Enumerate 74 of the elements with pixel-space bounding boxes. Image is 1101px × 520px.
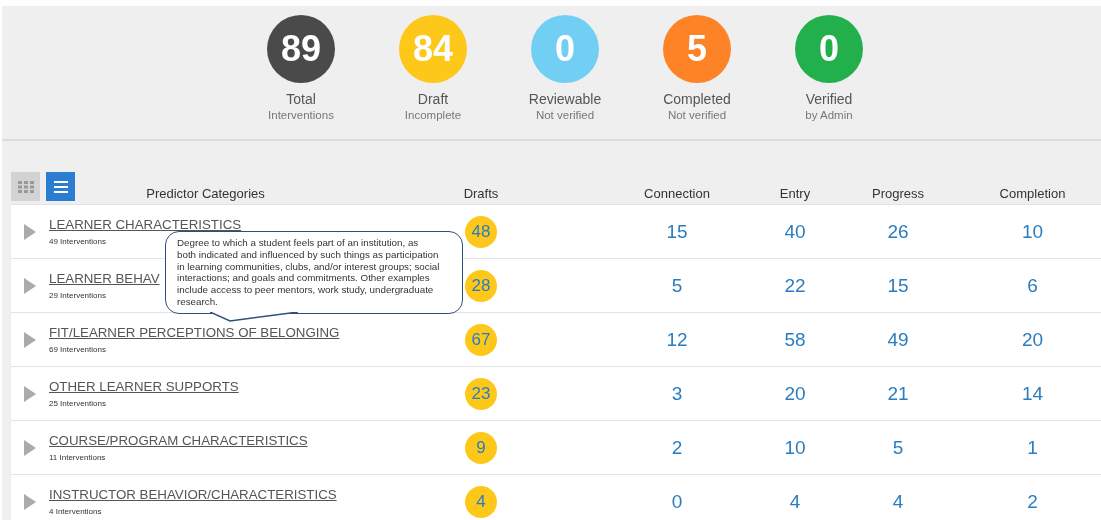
drafts-count-badge: 28 [465,269,497,302]
category-link[interactable]: INSTRUCTOR BEHAVIOR/CHARACTERISTICS [49,487,337,502]
table-cell: 49 [887,328,909,351]
grid-view-button[interactable] [11,172,40,201]
menu-icon [53,180,68,193]
status-sublabel: Not verified [535,109,595,121]
table-cell: 15 [887,274,909,297]
status-sublabel: Interventions [268,109,334,121]
status-label: Total [286,91,316,107]
table-cell: 58 [784,328,806,351]
expand-icon[interactable] [24,439,36,456]
expand-icon[interactable] [24,277,36,294]
category-link[interactable]: LEARNER CHARACTERISTICS [49,217,242,232]
expand-icon[interactable] [24,331,36,348]
table-cell: 10 [784,436,806,459]
table-cell: 26 [887,220,909,243]
table-cell: 40 [784,220,806,243]
status-count-circle: 5 [663,15,731,83]
status-label: Completed [663,91,731,107]
status-count-circle: 0 [795,15,863,83]
expand-icon[interactable] [24,493,36,510]
grid-icon [17,180,34,193]
category-link[interactable]: FIT/LEARNER PERCEPTIONS OF BELONGING [49,325,340,340]
column-header: Predictor Categories [145,186,266,201]
table-cell: 4 [789,490,801,513]
table-cell: 5 [671,274,683,297]
table-cell: 20 [1021,328,1044,351]
tooltip: Degree to which a student feels part of an institution, as both indicated and influenced by such things as participation in learning communities, clubs, and/or interest groups; social interactions; and goals and commitments. Other examples include access to peer mentors, work study, undergraduate research. [165,231,463,322]
category-link[interactable]: LEARNER BEHAV [49,271,160,286]
intervention-count: 29 Interventions [49,291,106,300]
status-label: Reviewable [528,91,602,107]
drafts-count-badge: 4 [465,485,497,518]
category-link[interactable]: OTHER LEARNER SUPPORTS [49,379,239,394]
column-header: Completion [999,186,1066,201]
table-cell: 6 [1027,274,1038,297]
status-count-circle: 84 [399,15,467,83]
status-count-circle: 0 [531,15,599,83]
table-cell: 2 [671,436,683,459]
drafts-count-badge: 67 [465,323,497,356]
drafts-count-badge: 48 [465,215,497,248]
table-cell: 21 [887,382,909,405]
intervention-count: 49 Interventions [49,237,106,246]
intervention-count: 11 Interventions [49,453,106,462]
drafts-count-badge: 23 [465,377,497,410]
status-label: Verified [805,91,853,107]
status-label: Draft [417,91,449,107]
column-header: Connection [644,186,710,201]
status-sublabel: Not verified [667,109,727,121]
status-sublabel: Incomplete [404,109,462,121]
table-cell: 12 [666,328,688,351]
drafts-count-badge: 9 [465,431,497,464]
column-header: Drafts [463,186,499,201]
status-count-circle: 89 [267,15,335,83]
status-sublabel: by Admin [805,109,853,121]
table-cell: 15 [666,220,688,243]
table-cell: 4 [892,490,904,513]
table-cell: 3 [671,382,683,405]
table-cell: 2 [1027,490,1038,513]
intervention-count: 69 Interventions [49,345,106,354]
table-cell: 5 [892,436,904,459]
column-header: Progress [872,186,924,201]
table-cell: 14 [1021,382,1044,405]
expand-icon[interactable] [24,385,36,402]
category-link[interactable]: COURSE/PROGRAM CHARACTERISTICS [49,433,308,448]
table-cell: 10 [1021,220,1044,243]
intervention-count: 25 Interventions [49,399,106,408]
column-header: Entry [779,186,811,201]
intervention-count: 4 Interventions [49,507,102,516]
table-cell: 0 [671,490,683,513]
table-cell: 22 [784,274,806,297]
table-cell: 20 [784,382,806,405]
expand-icon[interactable] [24,223,36,240]
table-cell: 1 [1027,436,1038,459]
list-view-button[interactable] [46,172,75,201]
